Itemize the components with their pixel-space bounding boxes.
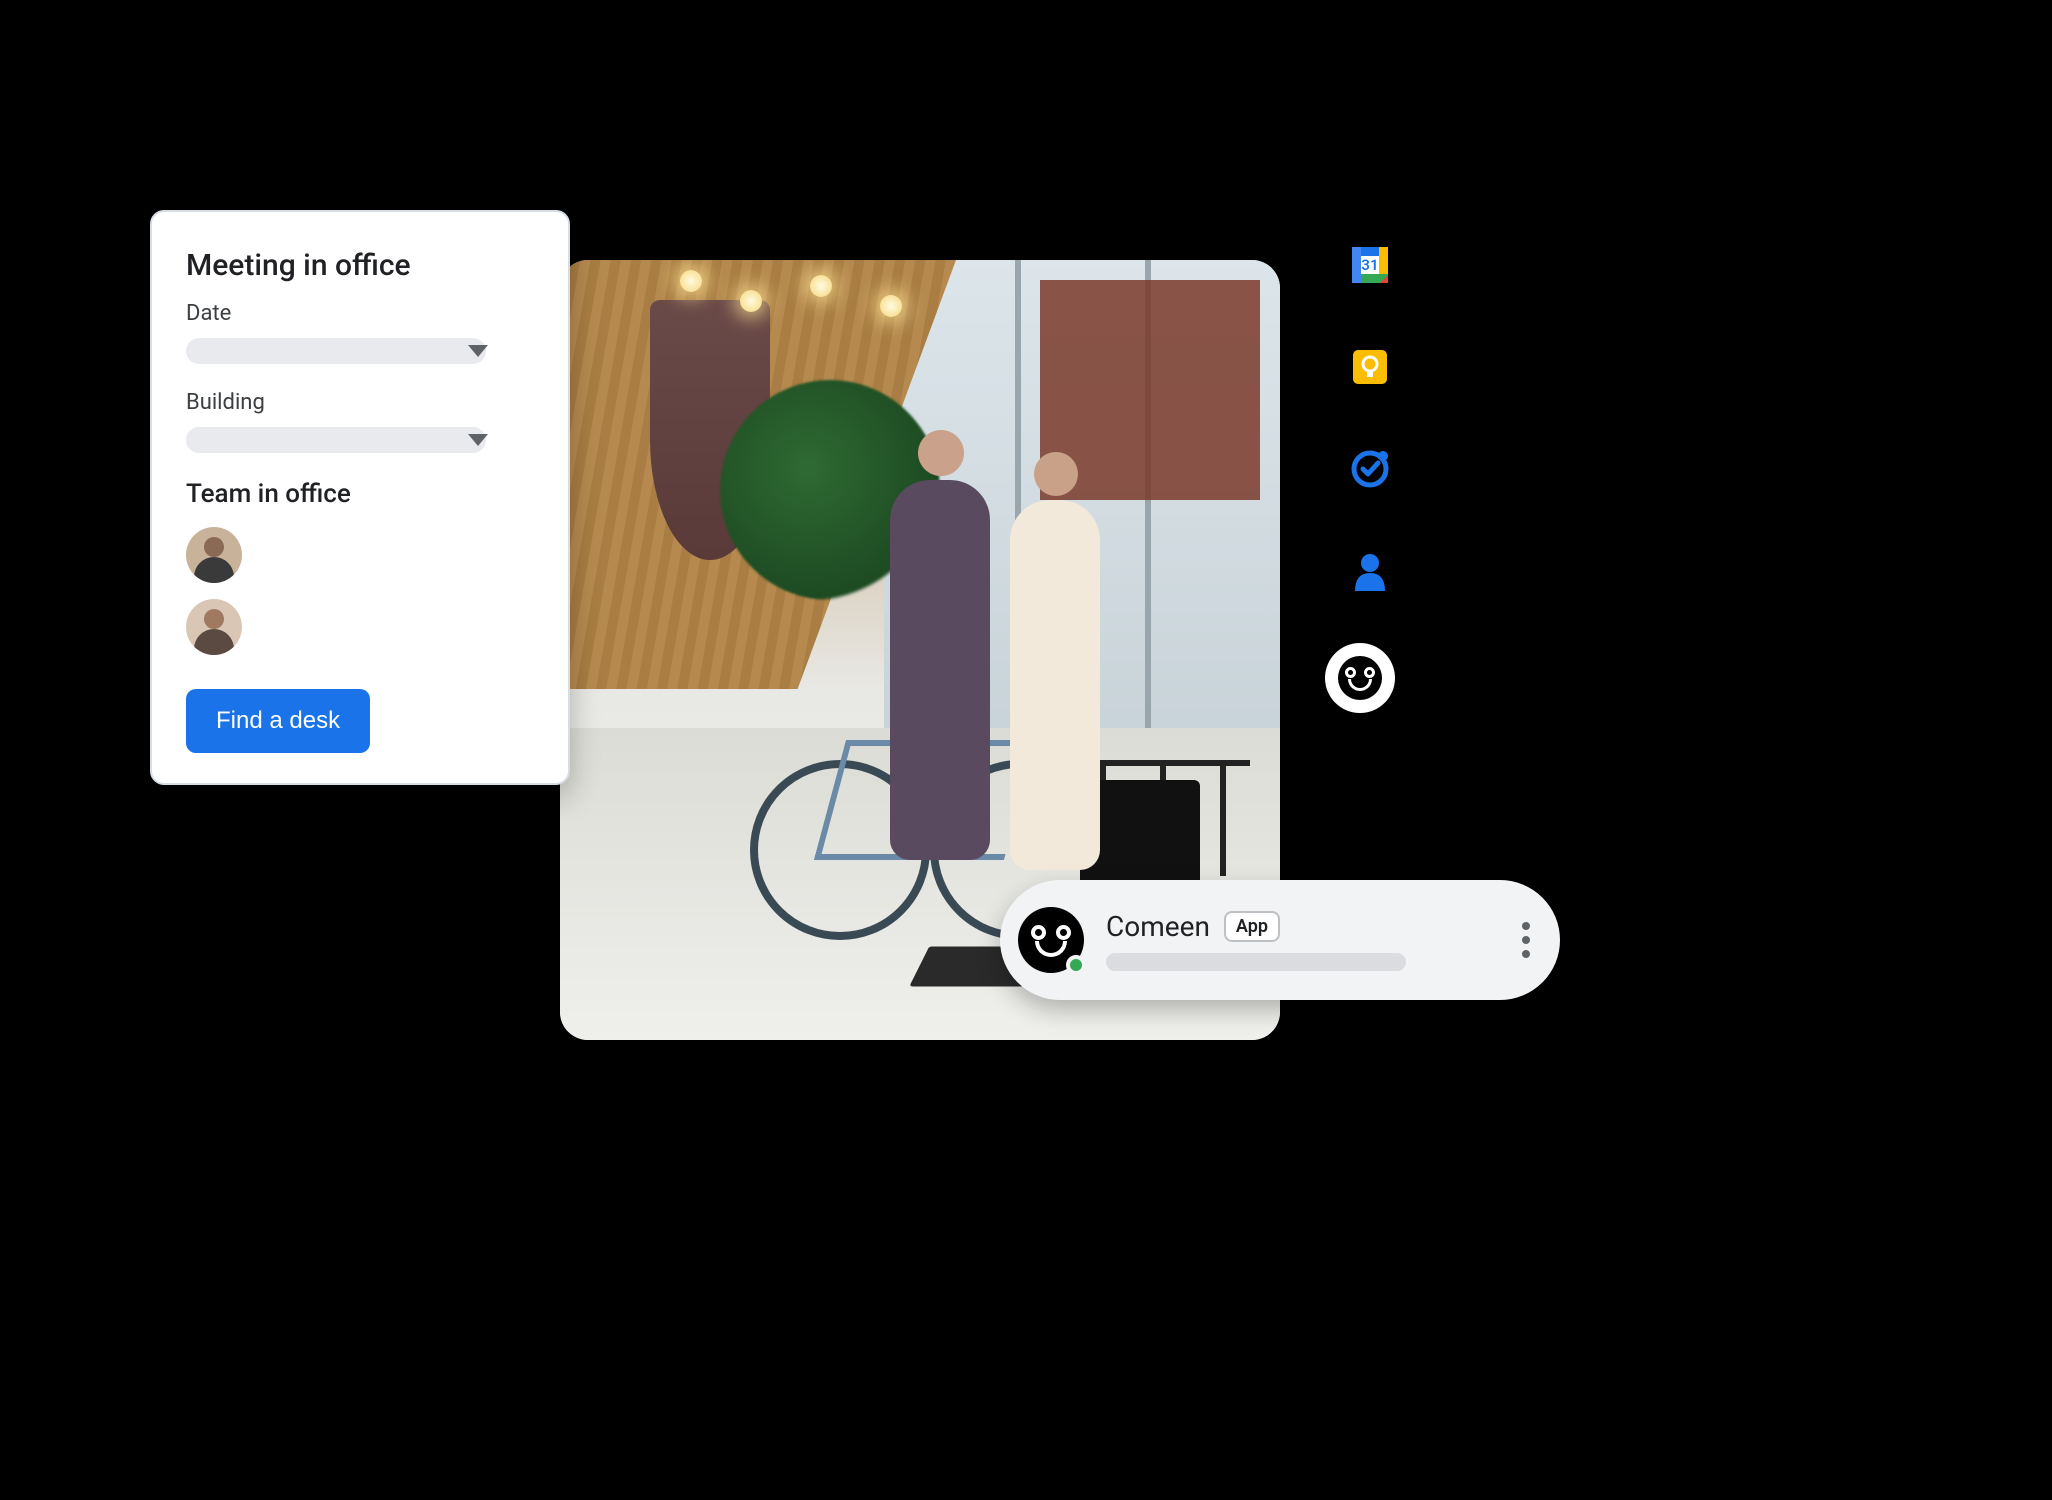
app-badge: App bbox=[1224, 911, 1280, 942]
card-title: Meeting in office bbox=[186, 248, 534, 283]
tasks-icon[interactable] bbox=[1350, 449, 1390, 489]
keep-icon[interactable] bbox=[1350, 347, 1390, 387]
side-panel: 31 bbox=[1340, 245, 1400, 713]
svg-text:31: 31 bbox=[1361, 256, 1378, 274]
chevron-down-icon bbox=[468, 345, 488, 357]
date-label: Date bbox=[186, 301, 534, 326]
chevron-down-icon bbox=[468, 434, 488, 446]
comeen-app-avatar bbox=[1018, 907, 1084, 973]
contacts-icon[interactable] bbox=[1350, 551, 1390, 591]
avatar bbox=[186, 527, 242, 583]
comeen-logo-icon bbox=[1338, 656, 1382, 700]
building-dropdown[interactable] bbox=[186, 427, 486, 453]
meeting-card: Meeting in office Date Building Team in … bbox=[150, 210, 570, 785]
avatar bbox=[186, 599, 242, 655]
team-member-row bbox=[186, 527, 534, 583]
building-label: Building bbox=[186, 390, 534, 415]
date-dropdown[interactable] bbox=[186, 338, 486, 364]
presence-indicator bbox=[1066, 955, 1086, 975]
team-member-row bbox=[186, 599, 534, 655]
more-options-icon[interactable] bbox=[1522, 936, 1530, 944]
calendar-icon[interactable]: 31 bbox=[1350, 245, 1390, 285]
comeen-addon-icon[interactable] bbox=[1325, 643, 1395, 713]
team-heading: Team in office bbox=[186, 479, 534, 509]
find-desk-button[interactable]: Find a desk bbox=[186, 689, 370, 753]
chat-app-pill[interactable]: Comeen App bbox=[1000, 880, 1560, 1000]
chat-message-placeholder bbox=[1106, 953, 1406, 971]
chat-app-name: Comeen bbox=[1106, 910, 1210, 943]
